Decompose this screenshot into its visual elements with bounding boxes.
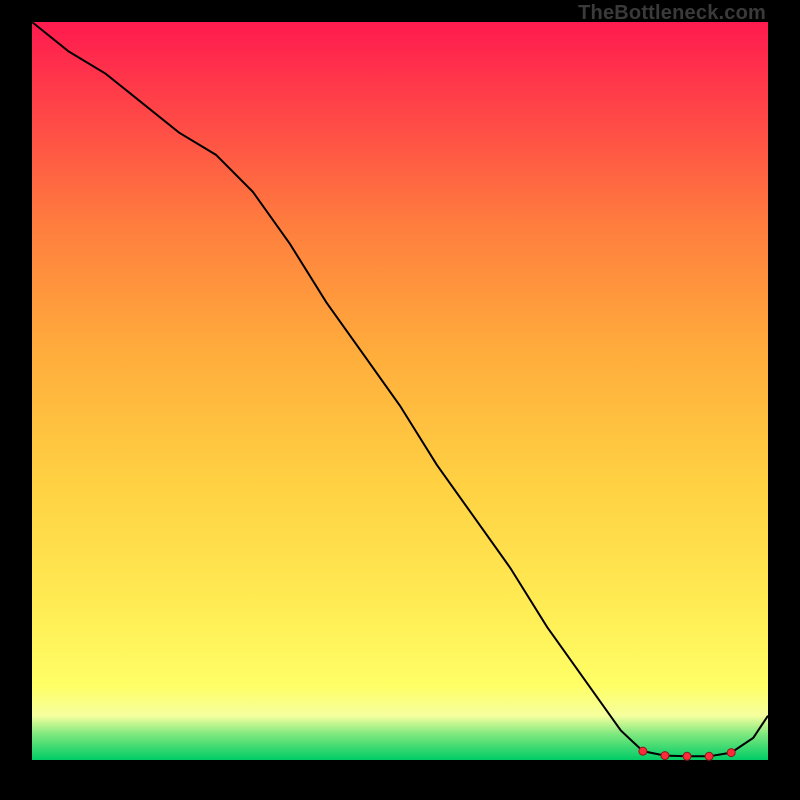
chart-container: TheBottleneck.com <box>0 0 800 800</box>
data-marker <box>705 752 713 760</box>
data-marker <box>727 749 735 757</box>
data-marker <box>639 747 647 755</box>
data-marker <box>661 752 669 760</box>
chart-svg <box>32 22 768 760</box>
data-marker <box>683 752 691 760</box>
line-series <box>32 22 768 756</box>
attribution-text: TheBottleneck.com <box>578 2 766 25</box>
